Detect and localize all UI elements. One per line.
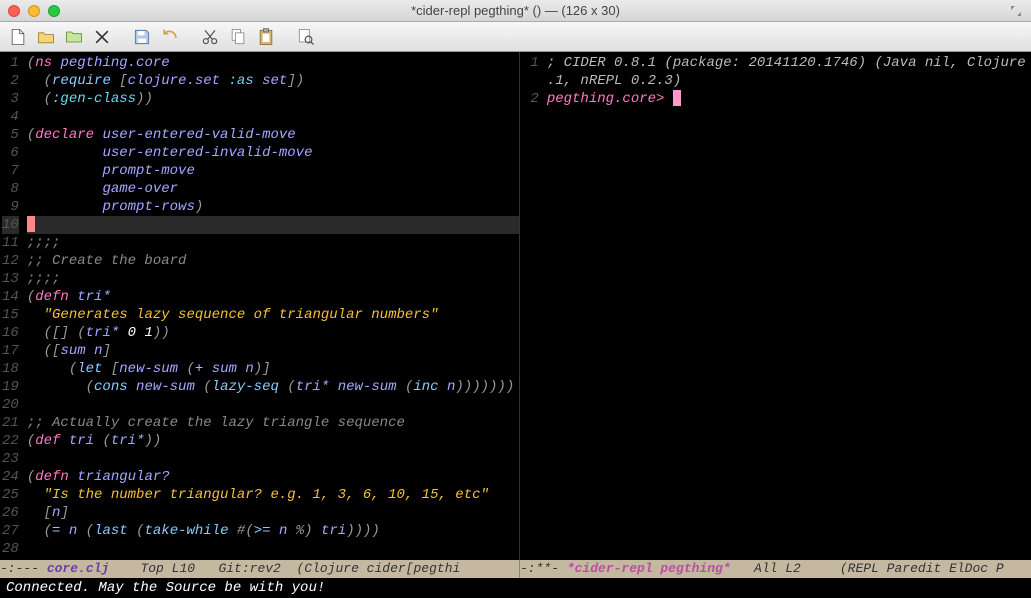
modeline: -:--- core.clj Top L10 Git:rev2 (Clojure…	[0, 560, 1031, 578]
close-buffer-icon[interactable]	[90, 25, 114, 49]
save-icon[interactable]	[130, 25, 154, 49]
fullscreen-icon[interactable]	[1009, 4, 1023, 18]
search-icon[interactable]	[294, 25, 318, 49]
minibuffer[interactable]: Connected. May the Source be with you!	[0, 578, 1031, 598]
traffic-lights	[8, 5, 60, 17]
close-window-button[interactable]	[8, 5, 20, 17]
toolbar	[0, 22, 1031, 52]
open-file-icon[interactable]	[34, 25, 58, 49]
undo-icon[interactable]	[158, 25, 182, 49]
zoom-window-button[interactable]	[48, 5, 60, 17]
dired-icon[interactable]	[62, 25, 86, 49]
paste-icon[interactable]	[254, 25, 278, 49]
left-pane[interactable]: 1 2 3 4 5 6 7 8 910111213141516171819202…	[0, 52, 520, 560]
minibuffer-message: Connected. May the Source be with you!	[6, 580, 325, 596]
line-number-gutter: 1 2	[520, 52, 543, 560]
editor-area: 1 2 3 4 5 6 7 8 910111213141516171819202…	[0, 52, 1031, 560]
modeline-right[interactable]: -:**- *cider-repl pegthing* All L2 (REPL…	[520, 560, 1031, 578]
modeline-left[interactable]: -:--- core.clj Top L10 Git:rev2 (Clojure…	[0, 560, 520, 578]
minimize-window-button[interactable]	[28, 5, 40, 17]
window-titlebar: *cider-repl pegthing* () — (126 x 30)	[0, 0, 1031, 22]
buffer-name: core.clj	[47, 561, 109, 576]
new-file-icon[interactable]	[6, 25, 30, 49]
copy-icon[interactable]	[226, 25, 250, 49]
repl-buffer[interactable]: ; CIDER 0.8.1 (package: 20141120.1746) (…	[543, 52, 1031, 560]
buffer-name: *cider-repl pegthing*	[567, 561, 731, 576]
cut-icon[interactable]	[198, 25, 222, 49]
right-pane[interactable]: 1 2 ; CIDER 0.8.1 (package: 20141120.174…	[520, 52, 1031, 560]
line-number-gutter: 1 2 3 4 5 6 7 8 910111213141516171819202…	[0, 52, 23, 560]
window-title: *cider-repl pegthing* () — (126 x 30)	[411, 3, 620, 18]
source-code-buffer[interactable]: (ns pegthing.core (require [clojure.set …	[23, 52, 519, 560]
